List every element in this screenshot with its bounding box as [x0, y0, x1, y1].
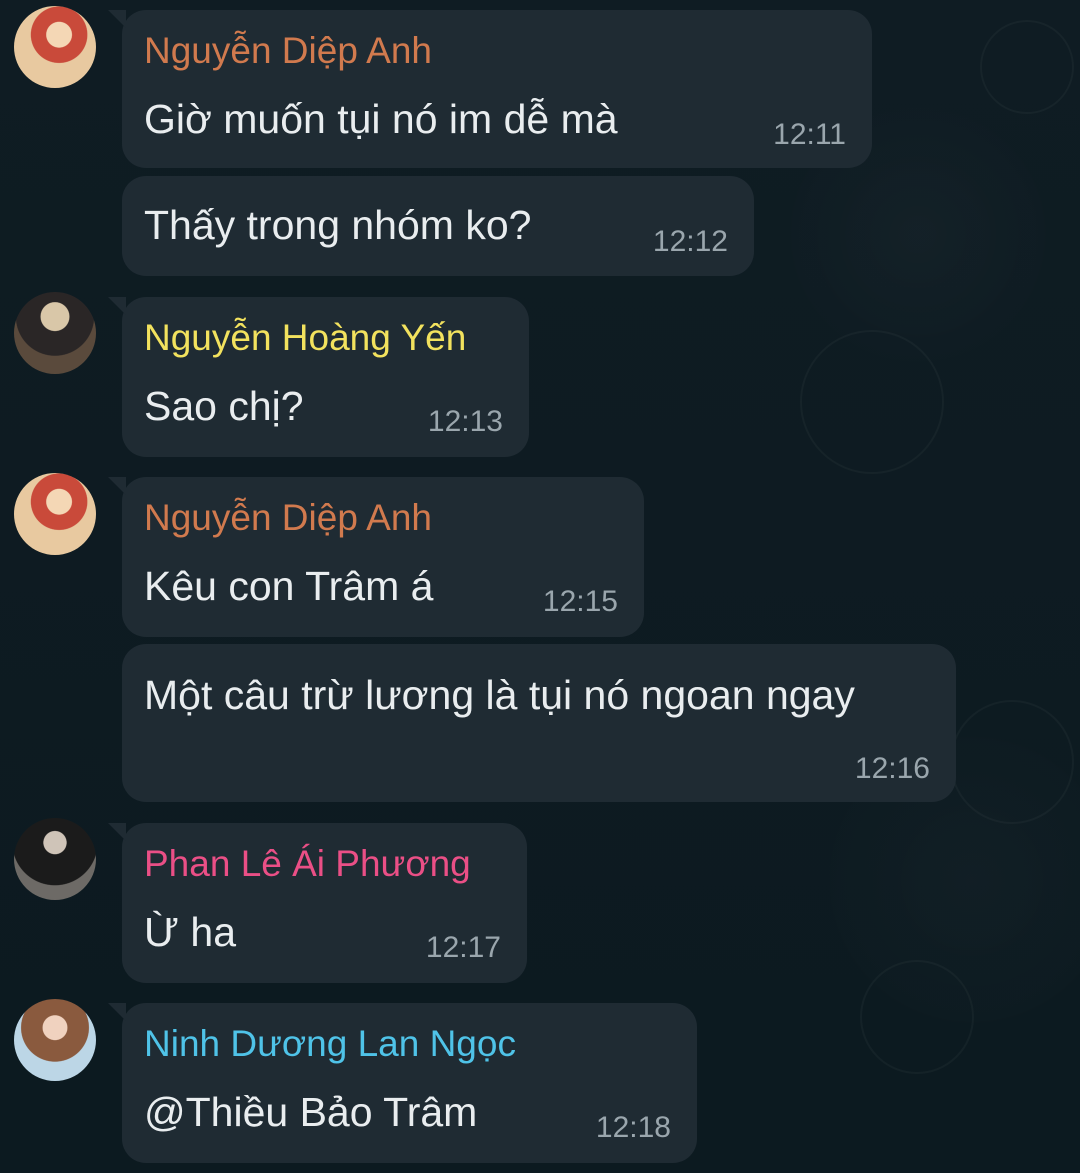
sender-name[interactable]: Nguyễn Hoàng Yến — [144, 317, 466, 359]
message-bubble[interactable]: Nguyễn Diệp Anh Giờ muốn tụi nó im dễ mà… — [108, 10, 872, 168]
chat-view[interactable]: Nguyễn Diệp Anh Giờ muốn tụi nó im dễ mà… — [0, 0, 1080, 1173]
background-doodle — [860, 960, 974, 1074]
sender-name[interactable]: Nguyễn Diệp Anh — [144, 30, 432, 72]
message-bubble[interactable]: Ninh Dương Lan Ngọc @Thiều Bảo Trâm 12:1… — [108, 1003, 697, 1163]
message-time: 12:16 — [854, 752, 930, 785]
message-text: Kêu con Trâm á — [144, 563, 434, 609]
background-doodle — [800, 330, 944, 474]
message-bubble[interactable]: Một câu trừ lương là tụi nó ngoan ngay 1… — [122, 644, 956, 802]
message-time: 12:17 — [425, 931, 501, 964]
sender-name[interactable]: Phan Lê Ái Phương — [144, 843, 471, 885]
message-text: @Thiều Bảo Trâm — [144, 1089, 478, 1135]
background-doodle — [950, 700, 1074, 824]
avatar-ninh-duong-lan-ngoc[interactable] — [14, 999, 96, 1081]
sender-name[interactable]: Ninh Dương Lan Ngọc — [144, 1023, 516, 1065]
avatar-nguyen-hoang-yen[interactable] — [14, 292, 96, 374]
message-bubble[interactable]: Nguyễn Hoàng Yến Sao chị? 12:13 — [108, 297, 529, 457]
message-time: 12:15 — [542, 585, 618, 618]
sender-name[interactable]: Nguyễn Diệp Anh — [144, 497, 432, 539]
message-time: 12:18 — [595, 1111, 671, 1144]
message-time: 12:12 — [652, 225, 728, 258]
message-time: 12:11 — [773, 118, 846, 151]
background-doodle — [980, 20, 1074, 114]
message-text: Ừ ha — [144, 909, 237, 955]
message-bubble[interactable]: Thấy trong nhóm ko? 12:12 — [122, 176, 754, 276]
message-bubble[interactable]: Nguyễn Diệp Anh Kêu con Trâm á 12:15 — [108, 477, 644, 637]
avatar-phan-le-ai-phuong[interactable] — [14, 818, 96, 900]
message-text: Một câu trừ lương là tụi nó ngoan ngay — [144, 672, 855, 718]
message-text: Giờ muốn tụi nó im dễ mà — [144, 96, 618, 142]
avatar-nguyen-diep-anh[interactable] — [14, 6, 96, 88]
avatar-nguyen-diep-anh[interactable] — [14, 473, 96, 555]
message-time: 12:13 — [427, 405, 503, 438]
message-text: Thấy trong nhóm ko? — [144, 202, 532, 248]
message-bubble[interactable]: Phan Lê Ái Phương Ừ ha 12:17 — [108, 823, 527, 983]
message-text: Sao chị? — [144, 383, 304, 429]
